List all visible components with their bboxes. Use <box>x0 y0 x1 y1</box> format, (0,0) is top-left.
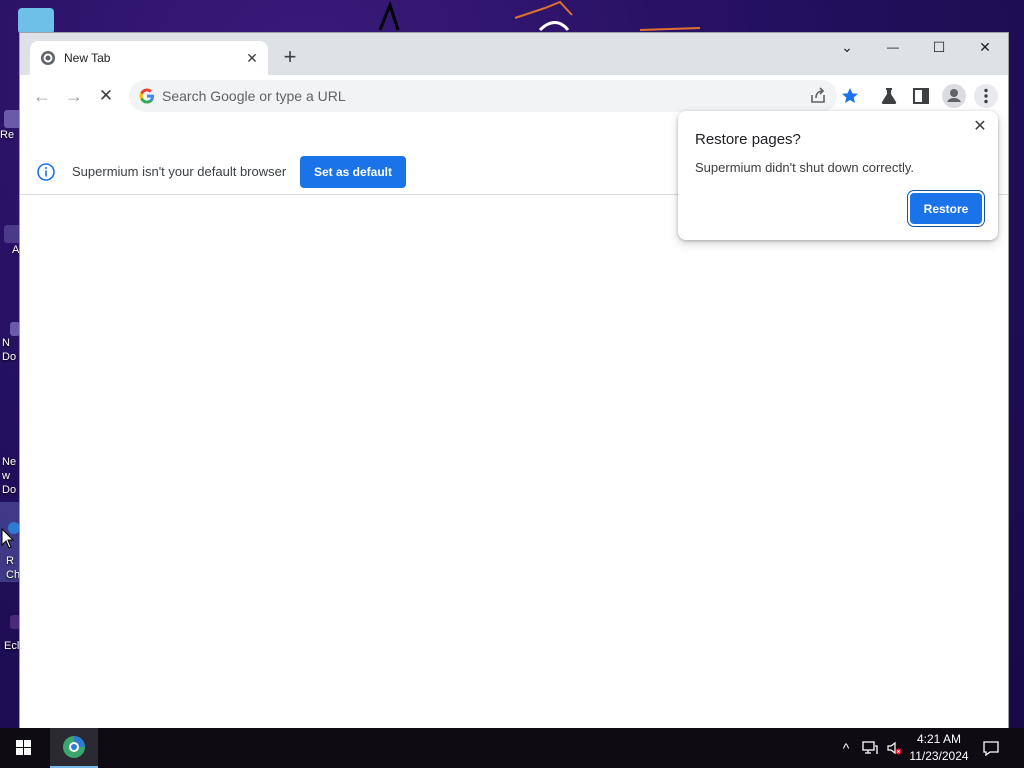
clock-date[interactable]: 11/23/2024 <box>906 749 972 763</box>
info-icon <box>37 163 55 181</box>
desktop-icon-1[interactable]: Re <box>0 110 22 142</box>
tab-search-button[interactable]: ⌄ <box>824 33 870 63</box>
bubble-message: Supermium didn't shut down correctly. <box>695 160 915 175</box>
tab-title: New Tab <box>64 51 111 65</box>
taskbar-supermium-button[interactable] <box>50 728 98 768</box>
desktop-icon-3[interactable]: N Do <box>0 322 22 364</box>
taskbar: ^ 4:21 AM 11/23/2024 <box>0 728 1024 768</box>
desktop-icon-label: N Do <box>2 337 17 363</box>
supermium-app-icon <box>63 736 85 758</box>
desktop-icon-4[interactable]: New Do <box>0 455 22 497</box>
profile-avatar-icon[interactable] <box>942 84 966 108</box>
document-icon <box>10 322 20 336</box>
omnibox[interactable]: Search Google or type a URL <box>129 80 837 112</box>
stop-loading-button[interactable]: ✕ <box>94 84 118 108</box>
restore-button[interactable]: Restore <box>910 193 982 224</box>
close-window-button[interactable]: ✕ <box>962 33 1008 63</box>
tab-strip: New Tab ✕ + ⌄ — ☐ ✕ <box>20 33 1008 75</box>
supermium-favicon-icon <box>41 51 55 65</box>
desktop-icon-label: A <box>12 244 20 256</box>
share-icon[interactable] <box>808 86 828 106</box>
desktop-icon-label: Re <box>0 129 15 141</box>
new-tab-button[interactable]: + <box>278 46 302 70</box>
back-button[interactable]: ← <box>30 84 54 108</box>
labs-flask-icon[interactable] <box>879 86 899 106</box>
recycle-bin-icon <box>18 8 54 34</box>
mouse-cursor-icon <box>1 528 15 549</box>
tab-new-tab[interactable]: New Tab ✕ <box>30 41 268 75</box>
notifications-icon[interactable] <box>982 739 1000 757</box>
desktop-icon-6[interactable]: Ecl <box>0 615 22 653</box>
omnibox-placeholder: Search Google or type a URL <box>162 88 346 104</box>
bubble-close-button[interactable]: ✕ <box>970 117 990 137</box>
clock-time[interactable]: 4:21 AM <box>906 732 972 746</box>
google-g-icon <box>139 88 154 104</box>
windows-start-icon[interactable] <box>0 728 48 768</box>
desktop-icon-recycle-bin[interactable] <box>0 8 54 34</box>
bubble-title: Restore pages? <box>695 131 801 148</box>
restore-pages-bubble: Restore pages? ✕ Supermium didn't shut d… <box>678 111 998 240</box>
volume-muted-icon[interactable] <box>886 740 902 756</box>
set-as-default-button[interactable]: Set as default <box>300 156 406 188</box>
bookmark-star-icon[interactable] <box>840 86 860 106</box>
minimize-button[interactable]: — <box>870 33 916 63</box>
desktop-icon-label: New Do <box>2 456 17 496</box>
tray-overflow-chevron[interactable]: ^ <box>838 740 854 756</box>
desktop-icon-2[interactable]: A <box>0 225 22 257</box>
forward-button[interactable]: → <box>62 84 86 108</box>
maximize-button[interactable]: ☐ <box>916 33 962 63</box>
menu-kebab-icon[interactable] <box>974 84 998 108</box>
eclipse-icon <box>10 615 20 629</box>
infobar-message: Supermium isn't your default browser <box>72 164 287 179</box>
tab-close-button[interactable]: ✕ <box>242 48 262 68</box>
page-content <box>20 195 1008 728</box>
network-icon[interactable] <box>862 740 878 756</box>
side-panel-icon[interactable] <box>911 86 931 106</box>
